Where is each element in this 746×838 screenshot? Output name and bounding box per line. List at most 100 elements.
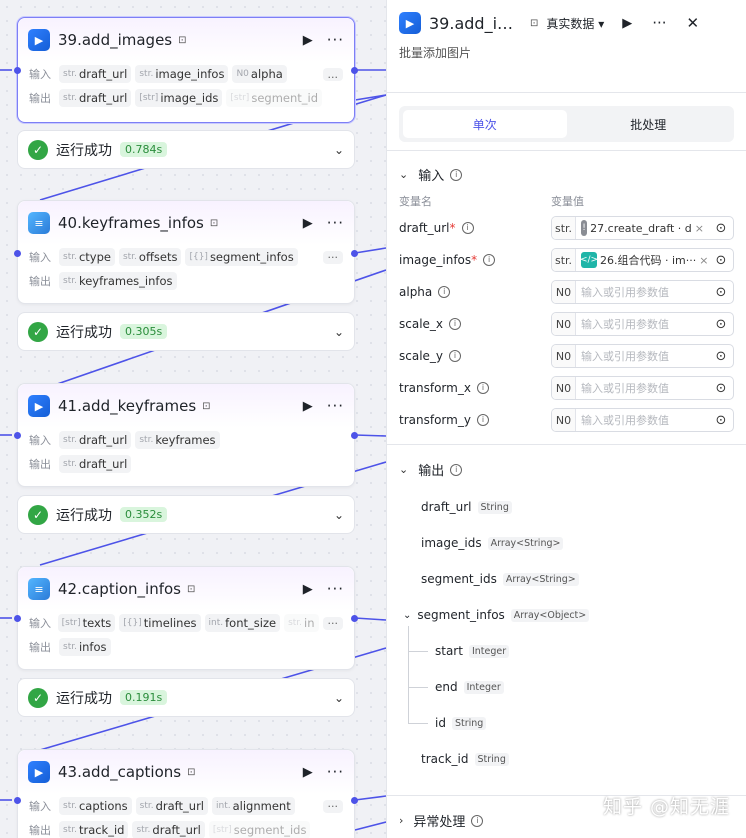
more-icon[interactable]: ··· [327, 763, 344, 781]
output-tag: str. draft_url [59, 455, 132, 473]
input-tag: str. offsets [118, 248, 182, 266]
input-port[interactable] [14, 250, 21, 257]
target-icon[interactable]: ⊙ [709, 249, 733, 271]
chevron-down-icon[interactable]: ⌄ [334, 691, 344, 705]
output-subfield: end Integer [435, 680, 504, 694]
input-port[interactable] [14, 615, 21, 622]
param-value-field[interactable]: str. ! 27.create_draft · d × ⊙ [551, 216, 734, 240]
node-add-captions[interactable]: ▶ 43.add_captions ⊡ ▶ ··· 输入 str. caption… [17, 749, 355, 838]
run-status-bar[interactable]: ✓ 运行成功 0.784s ⌄ [17, 130, 355, 169]
input-port[interactable] [14, 432, 21, 439]
node-add-keyframes[interactable]: ▶ 41.add_keyframes ⊡ ▶ ··· 输入 str. draft_… [17, 383, 355, 487]
run-time-badge: 0.191s [120, 690, 168, 705]
workflow-canvas[interactable]: ▶ 39.add_images ⊡ ▶ ··· 输入 str. draft_url… [0, 0, 386, 838]
output-port[interactable] [351, 67, 358, 74]
more-icon[interactable]: ··· [327, 214, 344, 232]
run-status-bar[interactable]: ✓ 运行成功 0.352s ⌄ [17, 495, 355, 534]
tab-single[interactable]: 单次 [403, 110, 567, 138]
run-node-button[interactable]: ▶ [303, 399, 313, 414]
more-icon[interactable]: ··· [327, 31, 344, 49]
input-section-toggle[interactable]: ⌄ 输入 i [399, 165, 463, 184]
chevron-down-icon[interactable]: ⌄ [334, 325, 344, 339]
data-mode-select[interactable]: 真实数据 ▾ [546, 15, 604, 32]
output-field: segment_ids Array<String> [421, 572, 579, 586]
inputs-label: 输入 [29, 251, 51, 264]
param-placeholder[interactable]: 输入或引用参数值 [576, 412, 709, 428]
run-status-bar[interactable]: ✓ 运行成功 0.305s ⌄ [17, 312, 355, 351]
chevron-down-icon[interactable]: ⌄ [334, 508, 344, 522]
output-port[interactable] [351, 250, 358, 257]
run-node-button[interactable]: ▶ [303, 33, 313, 48]
output-field-expandable[interactable]: ⌄ segment_infos Array<Object> [403, 608, 590, 622]
node-header: ▶ 39.add_images ⊡ ▶ ··· [18, 18, 354, 62]
more-inputs-button[interactable]: ... [322, 67, 343, 81]
param-value-field[interactable]: N0 输入或引用参数值 ⊙ [551, 312, 734, 336]
run-node-button[interactable]: ▶ [303, 582, 313, 597]
target-icon[interactable]: ⊙ [709, 345, 733, 367]
more-inputs-button[interactable]: ··· [322, 799, 343, 813]
more-icon[interactable]: ··· [652, 14, 666, 32]
param-placeholder[interactable]: 输入或引用参数值 [576, 380, 709, 396]
info-icon: i [450, 463, 463, 476]
target-icon[interactable]: ⊙ [709, 377, 733, 399]
param-value-field[interactable]: N0 输入或引用参数值 ⊙ [551, 280, 734, 304]
play-box-icon: ▶ [28, 29, 50, 51]
tree-line [408, 723, 428, 724]
target-icon[interactable]: ⊙ [709, 409, 733, 431]
target-icon[interactable]: ⊙ [709, 313, 733, 335]
info-icon: i [476, 414, 489, 426]
output-tag: str. infos [59, 638, 111, 656]
column-header-name: 变量名 [399, 195, 432, 208]
outputs-row: 输出 str. keyframes_infos [18, 269, 354, 293]
outputs-label: 输出 [29, 275, 51, 288]
more-inputs-button[interactable]: ··· [322, 250, 343, 264]
run-status-bar[interactable]: ✓ 运行成功 0.191s ⌄ [17, 678, 355, 717]
code-icon: </> [580, 252, 598, 268]
param-placeholder[interactable]: 输入或引用参数值 [576, 284, 709, 300]
clear-icon[interactable]: × [695, 222, 704, 235]
input-port[interactable] [14, 797, 21, 804]
param-row: transform_x i N0 输入或引用参数值 ⊙ [399, 375, 734, 401]
input-tag: N0 alpha [232, 65, 287, 83]
output-port[interactable] [351, 797, 358, 804]
run-node-button[interactable]: ▶ [303, 765, 313, 780]
output-port[interactable] [351, 432, 358, 439]
node-caption-infos[interactable]: ≡ 42.caption_infos ⊡ ▶ ··· 输入 [str] texts… [17, 566, 355, 670]
output-port[interactable] [351, 615, 358, 622]
input-tag: str. draft_url [59, 431, 132, 449]
clear-icon[interactable]: × [699, 254, 708, 267]
output-section-toggle[interactable]: ⌄ 输出 i [399, 460, 463, 479]
node-title: 40.keyframes_infos [58, 214, 204, 232]
outputs-row: 输出 str. infos [18, 635, 354, 659]
param-value-field[interactable]: str. </> 26.组合代码 · im··· × ⊙ [551, 248, 734, 272]
param-value-field[interactable]: N0 输入或引用参数值 ⊙ [551, 376, 734, 400]
tab-batch[interactable]: 批处理 [567, 110, 731, 138]
divider [387, 444, 746, 445]
output-subfield: start Integer [435, 644, 510, 658]
run-time-badge: 0.784s [120, 142, 168, 157]
param-placeholder[interactable]: 输入或引用参数值 [576, 316, 709, 332]
node-add-images[interactable]: ▶ 39.add_images ⊡ ▶ ··· 输入 str. draft_url… [17, 17, 355, 123]
target-icon[interactable]: ⊙ [709, 281, 733, 303]
type-label: N0 [552, 345, 576, 367]
inputs-row: 输入 str. captions str. draft_url int. alignm… [18, 794, 354, 818]
run-node-button[interactable]: ▶ [622, 16, 632, 31]
param-value-field[interactable]: N0 输入或引用参数值 ⊙ [551, 344, 734, 368]
param-value-field[interactable]: N0 输入或引用参数值 ⊙ [551, 408, 734, 432]
node-detail-panel: ▶ 39.add_i… ⊡ 真实数据 ▾ ▶ ··· ✕ 批量添加图片 单次 批… [386, 0, 746, 838]
target-icon[interactable]: ⊙ [709, 217, 733, 239]
watermark: 知乎 @知无涯 [602, 796, 730, 818]
tree-line [408, 651, 428, 652]
more-icon[interactable]: ··· [327, 397, 344, 415]
exception-section-toggle[interactable]: › 异常处理 i [399, 811, 484, 830]
input-port[interactable] [14, 67, 21, 74]
more-icon[interactable]: ··· [327, 580, 344, 598]
run-node-button[interactable]: ▶ [303, 216, 313, 231]
close-icon[interactable]: ✕ [687, 14, 700, 32]
node-keyframes-infos[interactable]: ≡ 40.keyframes_infos ⊡ ▶ ··· 输入 str. ctyp… [17, 200, 355, 304]
chevron-down-icon[interactable]: ⌄ [334, 143, 344, 157]
code-doc-icon: ≡ [28, 578, 50, 600]
input-tag: str. image_infos [135, 65, 229, 83]
more-inputs-button[interactable]: ··· [322, 616, 343, 630]
param-placeholder[interactable]: 输入或引用参数值 [576, 348, 709, 364]
